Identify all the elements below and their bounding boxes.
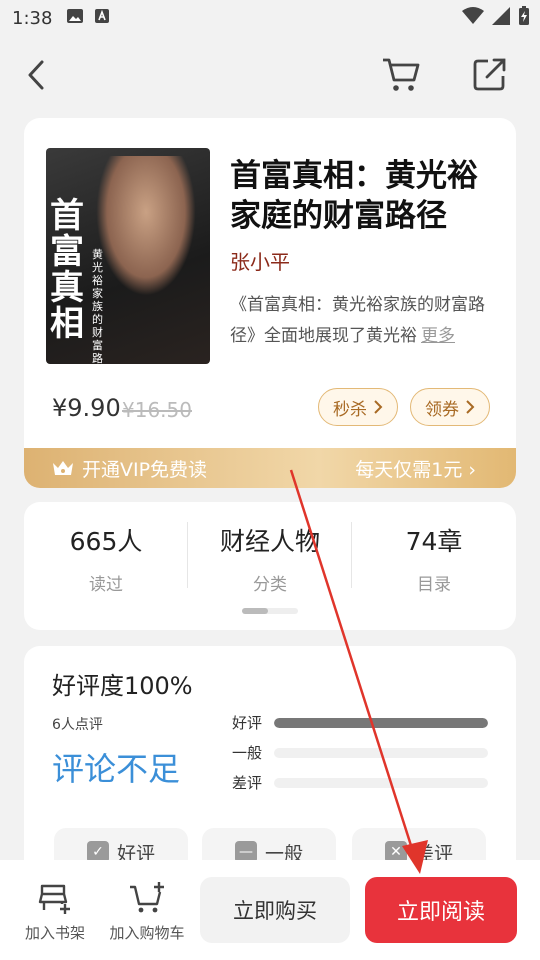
share-icon [473,58,506,91]
flash-sale-label: 秒杀 [333,399,367,420]
chevron-left-icon [28,60,44,90]
cover-title: 首富真相 [50,196,84,344]
stat-label: 分类 [253,575,287,595]
a-notification-icon [94,8,110,29]
top-navigation [0,46,540,102]
stat-value: 财经人物 [219,527,320,556]
book-description: 《首富真相：黄光裕家族的财富路径》全面地展现了黄光裕 更多 [230,290,498,352]
rating-title: 好评度100% [52,672,193,700]
more-link[interactable]: 更多 [421,326,455,346]
buy-now-label: 立即购买 [233,899,317,923]
status-time: 1:38 [12,7,53,29]
rating-bar-average: 一般 [232,742,492,762]
add-to-cart-label: 加入购物车 [109,924,185,942]
stats-card: 665人 读过 财经人物 分类 74章 目录 [24,502,516,630]
current-price: ¥9.90 [52,394,121,422]
book-author[interactable]: 张小平 [230,246,290,275]
crown-icon [53,461,73,475]
battery-icon [519,6,529,25]
rating-bar-label: 差评 [232,774,263,792]
page-indicator [242,608,298,614]
rating-bar-fill [274,718,488,728]
bottom-action-bar: 加入书架 加入购物车 立即购买 立即阅读 [0,860,540,960]
stat-readers: 665人 读过 [24,522,188,595]
stat-label: 读过 [89,575,123,595]
back-button[interactable] [22,54,54,94]
read-now-label: 立即阅读 [396,900,485,925]
rating-bar-track [274,778,488,788]
rating-bar-label: 一般 [232,744,263,762]
status-icons [462,6,530,26]
coupon-label: 领券 [425,399,459,420]
add-to-shelf-button[interactable]: 加入书架 [10,882,100,943]
cart-add-icon [130,882,164,913]
image-icon [66,8,84,29]
insufficient-reviews: 评论不足 [52,750,181,788]
review-card: 好评度100% 6人点评 评论不足 好评 一般 差评 ✓ 好评 — 一般 ✕ 差… [24,646,516,886]
rating-bar-track [274,748,488,758]
original-price: ¥16.50 [122,398,192,422]
share-button[interactable] [470,54,510,94]
stat-category[interactable]: 财经人物 分类 [188,522,352,595]
read-now-button[interactable]: 立即阅读 [365,877,517,943]
rating-bar-track [274,718,488,728]
vip-right-label: 每天仅需1元 › [355,458,476,481]
signal-icon [492,7,510,25]
cover-portrait [96,156,196,296]
stat-value: 74章 [405,527,463,556]
stat-label: 目录 [417,575,451,595]
cover-subtitle: 黄光裕家族的财富路径 [92,248,103,364]
chevron-right-icon [466,400,475,414]
add-to-cart-button[interactable]: 加入购物车 [102,882,192,943]
book-title: 首富真相：黄光裕家庭的财富路径 [230,158,478,234]
coupon-button[interactable]: 领券 [410,388,490,426]
wifi-icon [462,7,484,24]
rating-bar-label: 好评 [232,714,263,732]
chevron-right-icon [374,400,383,414]
vip-price-text: 每天仅需1元 [355,458,463,481]
cart-icon [383,58,420,91]
rating-bar-bad: 差评 [232,772,492,792]
add-to-shelf-label: 加入书架 [24,924,85,942]
cart-button[interactable] [380,54,422,94]
vip-left-label: 开通VIP免费读 [82,458,208,481]
review-count: 6人点评 [52,717,103,733]
rating-bar-good: 好评 [232,712,492,732]
book-cover[interactable]: 首富真相 黄光裕家族的财富路径 [46,148,210,364]
bookshelf-add-icon [38,884,70,914]
book-info-card: 首富真相 黄光裕家族的财富路径 首富真相：黄光裕家庭的财富路径 张小平 《首富真… [24,118,516,488]
stat-value: 665人 [69,527,143,556]
stat-chapters[interactable]: 74章 目录 [352,522,516,595]
flash-sale-button[interactable]: 秒杀 [318,388,398,426]
buy-now-button[interactable]: 立即购买 [200,877,350,943]
vip-banner[interactable]: 开通VIP免费读 每天仅需1元 › [24,448,516,488]
status-bar: 1:38 [0,0,540,36]
